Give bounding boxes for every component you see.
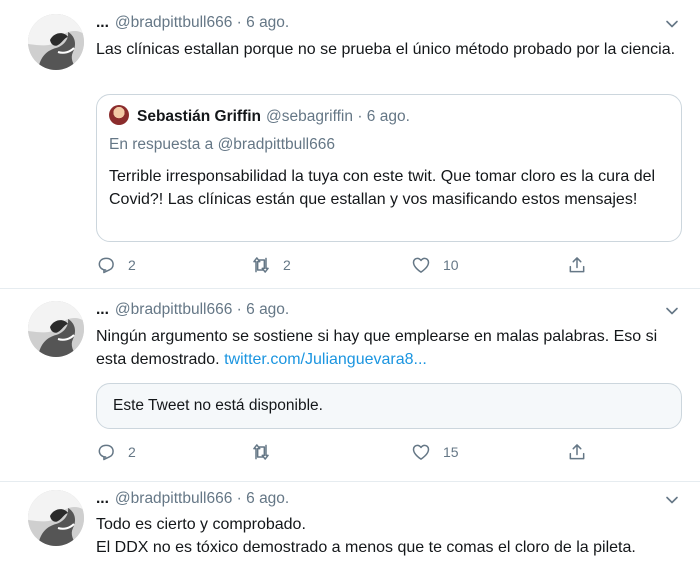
reply-to-label: En respuesta a @bradpittbull666 <box>109 136 335 153</box>
tweet[interactable]: ... @bradpittbull666 · 6 ago. Todo es cie… <box>0 482 700 562</box>
like-count: 15 <box>443 444 459 460</box>
reply-count: 2 <box>128 257 136 273</box>
tweet-actions: 2 15 <box>96 441 596 465</box>
tweet-header: ... @bradpittbull666 · 6 ago. <box>96 14 289 32</box>
tweet-date[interactable]: · 6 ago. <box>237 490 290 507</box>
like-icon <box>411 442 431 462</box>
like-count: 10 <box>443 257 459 273</box>
reply-count: 2 <box>128 444 136 460</box>
share-button[interactable] <box>567 254 599 276</box>
quoted-avatar <box>109 105 129 125</box>
display-name[interactable]: ... <box>96 490 109 507</box>
handle[interactable]: @bradpittbull666 <box>115 490 232 507</box>
share-icon <box>567 442 587 462</box>
tweet-text: Ningún argumento se sostiene si hay que … <box>96 325 676 371</box>
handle[interactable]: @bradpittbull666 <box>115 301 232 318</box>
avatar[interactable] <box>28 301 84 357</box>
quoted-tweet[interactable]: Sebastián Griffin @sebagriffin · 6 ago. E… <box>96 94 682 242</box>
unavailable-tweet-card: Este Tweet no está disponible. <box>96 383 682 429</box>
avatar[interactable] <box>28 490 84 546</box>
reply-icon <box>96 255 116 275</box>
chevron-down-icon[interactable] <box>664 16 680 32</box>
reply-button[interactable]: 2 <box>96 254 136 276</box>
retweet-icon <box>251 255 271 275</box>
retweet-count: 2 <box>283 257 291 273</box>
reply-button[interactable]: 2 <box>96 441 136 463</box>
tweet-header: ... @bradpittbull666 · 6 ago. <box>96 490 289 508</box>
display-name[interactable]: ... <box>96 301 109 318</box>
quoted-display-name: Sebastián Griffin <box>137 108 262 125</box>
tweet-text-line: El DDX no es tóxico demostrado a menos q… <box>96 539 636 556</box>
quoted-text: Terrible irresponsabilidad la tuya con e… <box>109 168 656 208</box>
tweet-text: Todo es cierto y comprobado. El DDX no e… <box>96 513 676 559</box>
share-button[interactable] <box>567 441 599 463</box>
quoted-tweet-header: Sebastián Griffin @sebagriffin · 6 ago. <box>109 105 410 126</box>
retweet-button[interactable]: 2 <box>251 254 291 276</box>
tweet-link[interactable]: twitter.com/Julianguevara8... <box>224 351 427 368</box>
tweet-text-line: Todo es cierto y comprobado. <box>96 516 306 533</box>
quoted-date: · 6 ago. <box>357 108 410 125</box>
quoted-handle: @sebagriffin <box>266 108 353 125</box>
like-icon <box>411 255 431 275</box>
tweet-text: Las clínicas estallan porque no se prueb… <box>96 41 676 58</box>
handle[interactable]: @bradpittbull666 <box>115 14 232 31</box>
tweet-header: ... @bradpittbull666 · 6 ago. <box>96 301 289 319</box>
tweet-date[interactable]: · 6 ago. <box>237 14 290 31</box>
retweet-button[interactable] <box>251 441 283 463</box>
like-button[interactable]: 15 <box>411 441 459 463</box>
avatar[interactable] <box>28 14 84 70</box>
reply-icon <box>96 442 116 462</box>
tweet-date[interactable]: · 6 ago. <box>237 301 290 318</box>
like-button[interactable]: 10 <box>411 254 459 276</box>
chevron-down-icon[interactable] <box>664 303 680 319</box>
tweet[interactable]: ... @bradpittbull666 · 6 ago. Las clínica… <box>0 0 700 289</box>
tweet-actions: 2 2 10 <box>96 254 596 278</box>
chevron-down-icon[interactable] <box>664 492 680 508</box>
display-name[interactable]: ... <box>96 14 109 31</box>
share-icon <box>567 255 587 275</box>
tweet[interactable]: ... @bradpittbull666 · 6 ago. Ningún argu… <box>0 289 700 482</box>
retweet-icon <box>251 442 271 462</box>
